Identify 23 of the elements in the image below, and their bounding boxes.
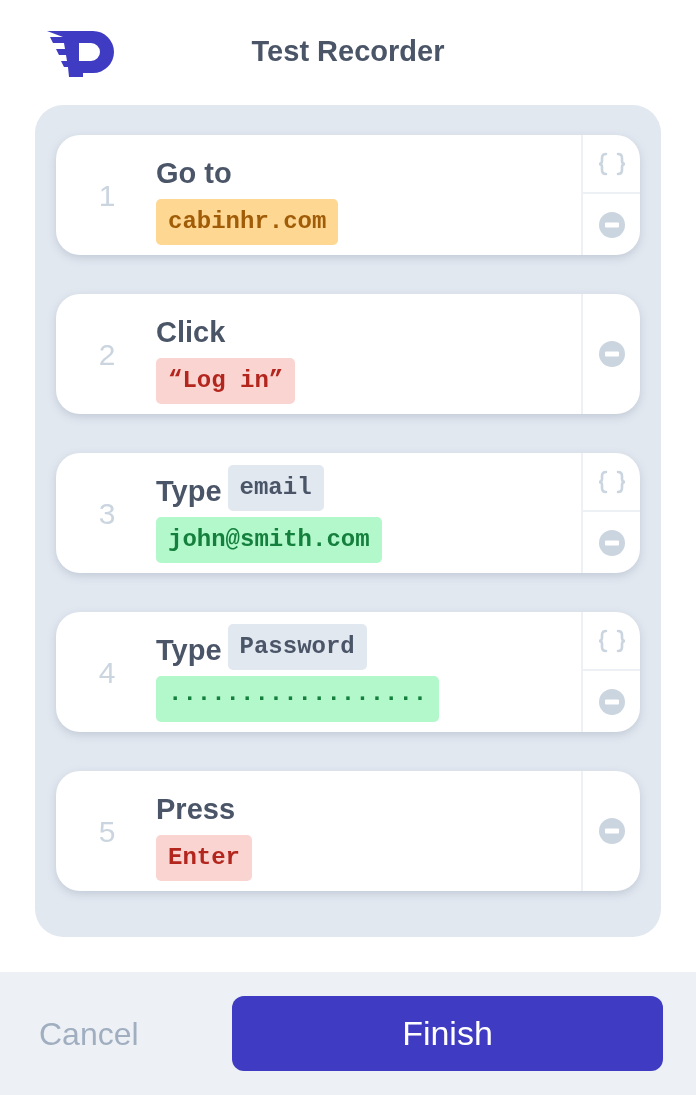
action-label: Type <box>156 474 222 510</box>
finish-button[interactable]: Finish <box>232 996 663 1071</box>
value-chip: cabinhr.com <box>156 199 339 245</box>
variable-tag: Password <box>227 624 367 670</box>
action-label: Click <box>156 315 226 351</box>
braces-icon <box>596 151 627 176</box>
minus-circle-icon <box>598 529 625 556</box>
value-chip: ·················· <box>156 676 440 722</box>
minus-circle-icon <box>598 211 625 238</box>
minus-circle-icon <box>598 818 625 844</box>
page-title: Test Recorder <box>251 33 445 69</box>
value-chip: Enter <box>156 835 252 881</box>
value-chip: “Log in” <box>156 358 296 404</box>
braces-icon <box>596 628 627 653</box>
value-chip: john@smith.com <box>156 517 382 563</box>
action-label: Go to <box>156 156 232 192</box>
minus-circle-icon <box>598 688 625 715</box>
logo-icon <box>47 31 115 77</box>
braces-icon <box>596 469 627 494</box>
action-label: Type <box>156 633 222 669</box>
variable-tag: email <box>227 465 324 511</box>
action-label: Press <box>156 792 235 828</box>
minus-circle-icon <box>598 341 625 367</box>
